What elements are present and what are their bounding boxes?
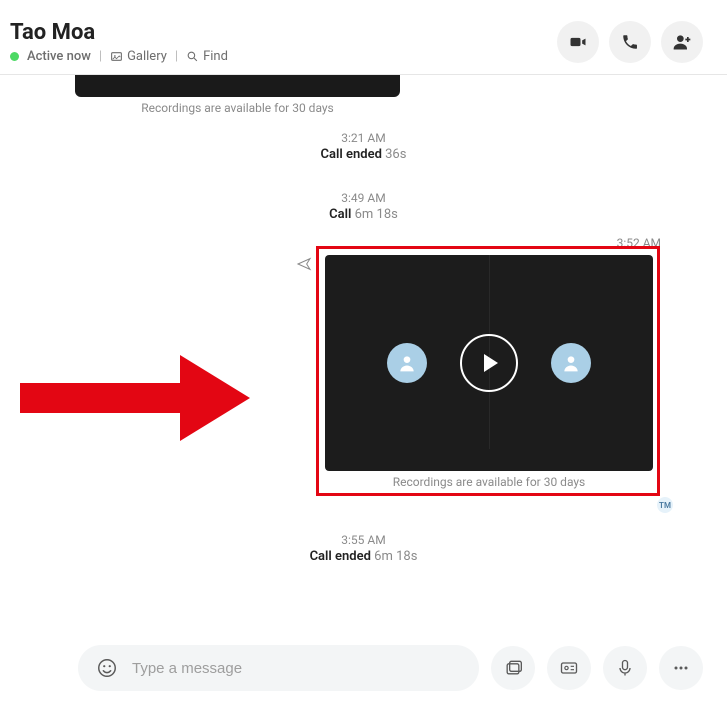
forward-icon[interactable]	[296, 256, 312, 272]
event-title: Call 6m 18s	[0, 207, 727, 222]
separator: |	[175, 49, 178, 64]
gallery-button[interactable]: Gallery	[110, 49, 167, 64]
event-time: 3:49 AM	[0, 191, 727, 205]
video-call-button[interactable]	[557, 21, 599, 63]
find-button[interactable]: Find	[186, 49, 228, 64]
event-time: 3:55 AM	[0, 533, 727, 547]
participant-avatar	[551, 343, 591, 383]
annotation-arrow	[20, 355, 250, 441]
event-time: 3:21 AM	[0, 131, 727, 145]
event-title: Call ended 6m 18s	[0, 549, 727, 564]
call-event: 3:55 AM Call ended 6m 18s	[0, 533, 727, 564]
status-row: Active now | Gallery | Find	[10, 49, 228, 64]
image-stack-icon	[503, 658, 523, 678]
sender-avatar-badge: TM	[657, 497, 673, 513]
recording-watermark	[644, 461, 645, 467]
ellipsis-icon	[671, 658, 691, 678]
call-event: 3:21 AM Call ended 36s	[0, 131, 727, 162]
video-camera-icon	[568, 32, 588, 52]
event-label: Call ended	[321, 147, 382, 162]
separator: |	[99, 49, 102, 64]
header-left: Tao Moa Active now | Gallery | Find	[10, 20, 228, 64]
header-actions	[557, 21, 703, 63]
recording-thumbnail-partial[interactable]	[75, 75, 400, 97]
event-label: Call ended	[310, 549, 371, 564]
search-icon	[186, 50, 199, 63]
chat-messages[interactable]: Recordings are available for 30 days 3:2…	[0, 75, 727, 585]
event-duration: 6m 18s	[355, 207, 398, 222]
message-composer	[0, 645, 727, 691]
person-icon	[397, 353, 417, 373]
gallery-label: Gallery	[127, 49, 167, 64]
participant-avatar	[387, 343, 427, 383]
contact-name[interactable]: Tao Moa	[10, 20, 228, 45]
play-button[interactable]	[460, 334, 518, 392]
chat-header: Tao Moa Active now | Gallery | Find	[0, 0, 727, 75]
contact-card-icon	[559, 658, 579, 678]
presence-text: Active now	[27, 49, 91, 64]
presence-dot-icon	[10, 52, 19, 61]
play-icon	[484, 354, 498, 372]
find-label: Find	[203, 49, 228, 64]
contact-card-button[interactable]	[547, 646, 591, 690]
person-add-icon	[672, 32, 692, 52]
more-options-button[interactable]	[659, 646, 703, 690]
event-label: Call	[329, 207, 351, 222]
microphone-icon	[615, 658, 635, 678]
audio-call-button[interactable]	[609, 21, 651, 63]
event-duration: 36s	[385, 147, 406, 162]
recording-caption: Recordings are available for 30 days	[325, 475, 653, 489]
voice-message-button[interactable]	[603, 646, 647, 690]
annotation-highlight-box: Recordings are available for 30 days	[316, 246, 660, 496]
recording-caption: Recordings are available for 30 days	[75, 101, 400, 115]
add-participant-button[interactable]	[661, 21, 703, 63]
gallery-icon	[110, 50, 123, 63]
event-title: Call ended 36s	[0, 147, 727, 162]
phone-icon	[621, 33, 639, 51]
person-icon	[561, 353, 581, 373]
message-input[interactable]	[132, 660, 461, 677]
attach-media-button[interactable]	[491, 646, 535, 690]
call-event: 3:49 AM Call 6m 18s	[0, 191, 727, 222]
event-duration: 6m 18s	[374, 549, 417, 564]
recording-thumbnail[interactable]	[325, 255, 653, 471]
emoji-icon[interactable]	[96, 657, 118, 679]
composer-input-wrapper	[78, 645, 479, 691]
